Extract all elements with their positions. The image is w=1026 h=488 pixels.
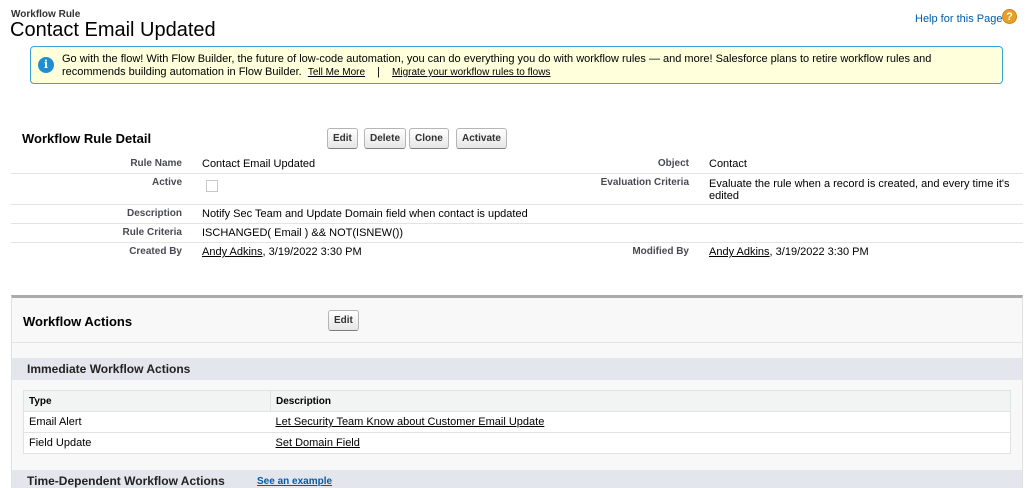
active-label: Active	[151, 177, 182, 188]
banner-separator: |	[377, 66, 380, 78]
action-description-cell: Let Security Team Know about Customer Em…	[270, 411, 1011, 433]
action-type: Field Update	[23, 432, 271, 454]
workflow-actions-panel: Workflow Actions Edit Immediate Workflow…	[11, 295, 1023, 488]
time-dependent-actions-title: Time-Dependent Workflow Actions	[27, 474, 225, 488]
description-label: Description	[126, 208, 182, 219]
flow-builder-banner: i Go with the flow! With Flow Builder, t…	[30, 46, 1003, 84]
immediate-actions-title: Immediate Workflow Actions	[27, 362, 191, 376]
workflow-actions-header: Workflow Actions Edit	[12, 298, 1022, 343]
immediate-actions-header: Immediate Workflow Actions	[12, 358, 1022, 380]
table-row: Field Update Set Domain Field	[23, 432, 1011, 454]
migrate-link[interactable]: Migrate your workflow rules to flows	[392, 67, 550, 78]
help-link[interactable]: Help for this Page	[915, 13, 1002, 25]
workflow-actions-title: Workflow Actions	[23, 314, 133, 329]
edit-button[interactable]: Edit	[327, 128, 358, 149]
help-icon[interactable]: ?	[1002, 9, 1017, 24]
created-by-value: Andy Adkins, 3/19/2022 3:30 PM	[202, 246, 362, 258]
rule-criteria-value: ISCHANGED( Email ) && NOT(ISNEW())	[202, 227, 404, 239]
created-by-user-link[interactable]: Andy Adkins	[202, 246, 263, 258]
table-row: Email Alert Let Security Team Know about…	[23, 411, 1011, 433]
evaluation-criteria-value: Evaluate the rule when a record is creat…	[709, 178, 1010, 202]
rule-name-value: Contact Email Updated	[202, 158, 316, 170]
actions-edit-button[interactable]: Edit	[328, 310, 359, 331]
description-value: Notify Sec Team and Update Domain field …	[202, 208, 528, 220]
table-header-row: Type Description	[23, 390, 1011, 412]
rule-criteria-label: Rule Criteria	[122, 227, 182, 238]
modified-by-label: Modified By	[632, 246, 689, 257]
time-dependent-actions-header: Time-Dependent Workflow Actions	[12, 470, 1022, 488]
object-label: Object	[657, 158, 689, 169]
tell-me-more-link[interactable]: Tell Me More	[308, 67, 365, 78]
modified-by-user-link[interactable]: Andy Adkins	[709, 246, 770, 258]
activate-button[interactable]: Activate	[456, 128, 507, 149]
clone-button[interactable]: Clone	[409, 128, 449, 149]
modified-by-value: Andy Adkins, 3/19/2022 3:30 PM	[709, 246, 869, 258]
action-type: Email Alert	[23, 411, 271, 433]
created-by-label: Created By	[129, 246, 182, 257]
action-description-link[interactable]: Set Domain Field	[276, 437, 360, 449]
rule-name-label: Rule Name	[130, 158, 182, 169]
column-header-description: Description	[270, 390, 1011, 412]
immediate-actions-table: Type Description Email Alert Let Securit…	[23, 390, 1011, 454]
delete-button[interactable]: Delete	[364, 128, 407, 149]
page-title: Contact Email Updated	[10, 19, 216, 41]
see-example-link[interactable]: See an example	[257, 476, 332, 487]
column-header-type: Type	[23, 390, 271, 412]
evaluation-criteria-label: Evaluation Criteria	[600, 177, 689, 188]
modified-by-date: , 3/19/2022 3:30 PM	[769, 246, 869, 258]
created-by-date: , 3/19/2022 3:30 PM	[262, 246, 362, 258]
info-icon: i	[38, 57, 54, 73]
detail-section-title: Workflow Rule Detail	[22, 131, 152, 146]
banner-message: Go with the flow! With Flow Builder, the…	[62, 53, 992, 79]
active-checkbox	[206, 180, 218, 192]
object-value: Contact	[709, 158, 747, 170]
action-description-cell: Set Domain Field	[270, 432, 1011, 454]
action-description-link[interactable]: Let Security Team Know about Customer Em…	[276, 416, 545, 428]
